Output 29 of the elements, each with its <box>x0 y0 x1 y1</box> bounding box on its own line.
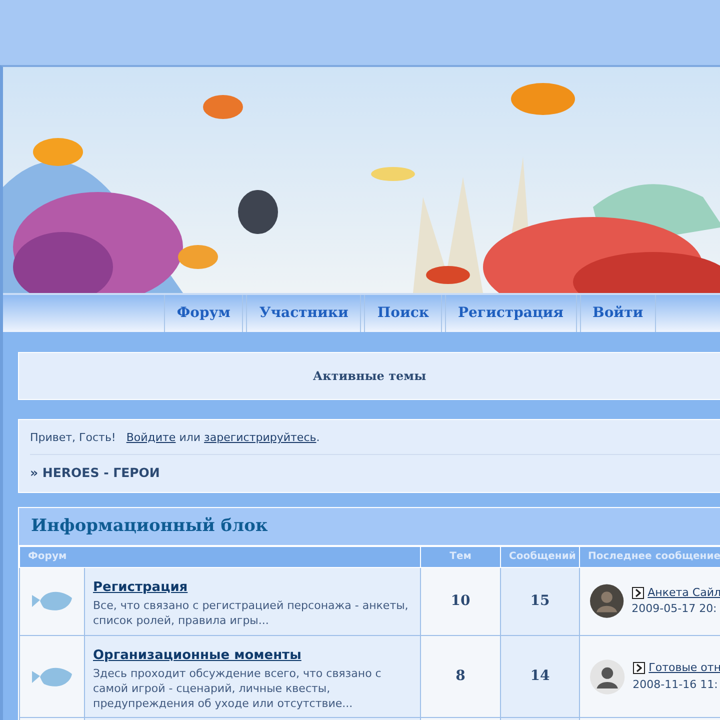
nav-link[interactable]: Войти <box>580 295 656 332</box>
nav-link[interactable]: Форум <box>164 295 244 332</box>
last-topic-link[interactable]: Готовые отн <box>648 660 720 677</box>
arrow-box-icon[interactable] <box>632 587 644 600</box>
active-topics-link[interactable]: Активные темы <box>18 352 720 400</box>
last-post-date: 2009-05-17 20: <box>632 601 718 618</box>
forum-description: Все, что связано с регистрацией персонажа - анкеты, список ролей, правила игры... <box>93 599 410 629</box>
breadcrumb: » HEROES - ГЕРОИ <box>30 464 161 482</box>
nav-link[interactable]: Участники <box>246 295 362 332</box>
forum-title-link[interactable]: Организационные моменты <box>93 646 302 666</box>
nav-link[interactable]: Регистрация <box>444 295 577 332</box>
topic-count: 10 <box>450 592 470 609</box>
post-count: 14 <box>530 668 550 684</box>
register-link[interactable]: зарегистрируйтесь <box>204 431 316 444</box>
arrow-box-icon[interactable] <box>632 662 645 674</box>
column-header: Форум <box>20 546 421 568</box>
column-header: Сообщений <box>500 546 580 568</box>
forum-title-link[interactable]: Регистрация <box>93 578 188 598</box>
welcome-text: Привет, Гость! Войдите или зарегистрируйтесь. <box>30 420 720 454</box>
last-post-date: 2008-11-16 11: <box>632 676 719 693</box>
column-header: Последнее сообщение <box>580 546 720 568</box>
nav-link[interactable]: Поиск <box>364 295 442 332</box>
column-header: Тем <box>420 546 501 568</box>
login-link[interactable]: Войдите <box>126 431 176 444</box>
category-title: Информационный блок <box>30 515 269 538</box>
topic-count: 8 <box>456 668 466 684</box>
post-count: 15 <box>530 592 550 609</box>
last-topic-link[interactable]: Анкета Сайл <box>648 584 720 602</box>
forum-description: Здесь проходит обсуждение всего, что связано с самой игрой - сценарий, личные квесты, предупреждения об уходе или отсутствие... <box>93 666 382 712</box>
